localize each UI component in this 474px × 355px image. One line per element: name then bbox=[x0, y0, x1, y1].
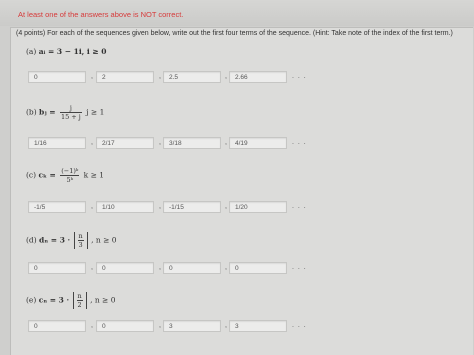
part-c-numerator: (−1)ᵏ bbox=[60, 167, 80, 176]
separator: , bbox=[225, 139, 227, 146]
part-d-letter: (d) bbox=[26, 235, 37, 245]
separator: , bbox=[159, 322, 161, 329]
part-d-answer-2[interactable]: 0 bbox=[96, 262, 154, 274]
part-b-answer-4[interactable]: 4/19 bbox=[229, 137, 287, 149]
separator: , bbox=[225, 264, 227, 271]
ellipsis: . . . bbox=[292, 322, 307, 329]
part-a-answer-1[interactable]: 0 bbox=[28, 71, 86, 83]
part-e-letter: (e) bbox=[26, 295, 37, 305]
separator: , bbox=[159, 139, 161, 146]
part-b-answer-1[interactable]: 1/16 bbox=[28, 137, 86, 149]
part-e-lhs: cₙ = 3 · bbox=[38, 295, 70, 305]
separator: , bbox=[159, 264, 161, 271]
part-d-answer-1[interactable]: 0 bbox=[28, 262, 86, 274]
part-e-label: (e) cₙ = 3 · n 2 , n ≥ 0 bbox=[26, 292, 116, 309]
part-e-condition: , n ≥ 0 bbox=[90, 295, 116, 305]
part-a-letter: (a) bbox=[26, 47, 37, 56]
ellipsis: . . . bbox=[292, 73, 307, 80]
part-b-lhs: bⱼ = bbox=[39, 107, 56, 117]
part-a-label: (a) aᵢ = 3 − 1i, i ≥ 0 bbox=[26, 47, 106, 56]
separator: , bbox=[91, 264, 93, 271]
part-a-answer-3[interactable]: 2.5 bbox=[163, 71, 221, 83]
part-b-answer-3[interactable]: 3/18 bbox=[163, 137, 221, 149]
part-c-letter: (c) bbox=[26, 170, 37, 180]
ellipsis: . . . bbox=[292, 264, 307, 271]
part-c-fraction: (−1)ᵏ 5ᵏ bbox=[60, 167, 80, 184]
part-d-numerator: n bbox=[77, 232, 84, 241]
part-b-answer-2[interactable]: 2/17 bbox=[96, 137, 154, 149]
part-e-denominator: 2 bbox=[77, 301, 82, 309]
part-b-numerator: j bbox=[59, 104, 82, 113]
separator: , bbox=[159, 73, 161, 80]
ellipsis: . . . bbox=[292, 139, 307, 146]
part-d-answer-4[interactable]: 0 bbox=[229, 262, 287, 274]
part-b-denominator: 15 + j bbox=[60, 113, 81, 121]
part-b-fraction: j 15 + j bbox=[59, 104, 82, 121]
part-e-answer-4[interactable]: 3 bbox=[229, 320, 287, 332]
part-d-fraction: n 3 bbox=[77, 232, 84, 249]
part-c-condition: k ≥ 1 bbox=[83, 170, 105, 180]
part-e-fraction: n 2 bbox=[76, 292, 83, 309]
separator: , bbox=[91, 322, 93, 329]
part-d-label: (d) dₙ = 3 · n 3 , n ≥ 0 bbox=[26, 232, 117, 249]
part-a-answer-2[interactable]: 2 bbox=[96, 71, 154, 83]
instructions-text: (4 points) For each of the sequences giv… bbox=[16, 30, 453, 37]
part-b-letter: (b) bbox=[26, 107, 37, 117]
part-c-lhs: cₖ = bbox=[38, 170, 56, 180]
part-a-answer-4[interactable]: 2.66 bbox=[229, 71, 287, 83]
part-d-condition: , n ≥ 0 bbox=[91, 235, 117, 245]
separator: , bbox=[225, 322, 227, 329]
part-e-numerator: n bbox=[76, 292, 83, 301]
separator: , bbox=[91, 139, 93, 146]
part-c-denominator: 5ᵏ bbox=[66, 176, 73, 184]
ellipsis: . . . bbox=[292, 203, 307, 210]
part-c-answer-1[interactable]: -1/5 bbox=[28, 201, 86, 213]
part-b-condition: j ≥ 1 bbox=[86, 107, 105, 117]
separator: , bbox=[225, 73, 227, 80]
part-c-answer-4[interactable]: 1/20 bbox=[229, 201, 287, 213]
part-d-denominator: 3 bbox=[78, 241, 83, 249]
part-c-answer-3[interactable]: -1/15 bbox=[163, 201, 221, 213]
separator: , bbox=[225, 203, 227, 210]
incorrect-warning: At least one of the answers above is NOT… bbox=[18, 10, 184, 19]
part-c-answer-2[interactable]: 1/10 bbox=[96, 201, 154, 213]
part-e-answer-1[interactable]: 0 bbox=[28, 320, 86, 332]
part-e-answer-3[interactable]: 3 bbox=[163, 320, 221, 332]
separator: , bbox=[91, 73, 93, 80]
separator: , bbox=[159, 203, 161, 210]
part-c-label: (c) cₖ = (−1)ᵏ 5ᵏ k ≥ 1 bbox=[26, 167, 104, 184]
part-d-lhs: dₙ = 3 · bbox=[39, 235, 71, 245]
part-a-formula: aᵢ = 3 − 1i, i ≥ 0 bbox=[38, 47, 107, 56]
part-d-answer-3[interactable]: 0 bbox=[163, 262, 221, 274]
part-e-answer-2[interactable]: 0 bbox=[96, 320, 154, 332]
part-e-floor-brackets: n 2 bbox=[72, 292, 87, 309]
separator: , bbox=[91, 203, 93, 210]
part-d-floor-brackets: n 3 bbox=[73, 232, 88, 249]
part-b-label: (b) bⱼ = j 15 + j j ≥ 1 bbox=[26, 104, 104, 121]
